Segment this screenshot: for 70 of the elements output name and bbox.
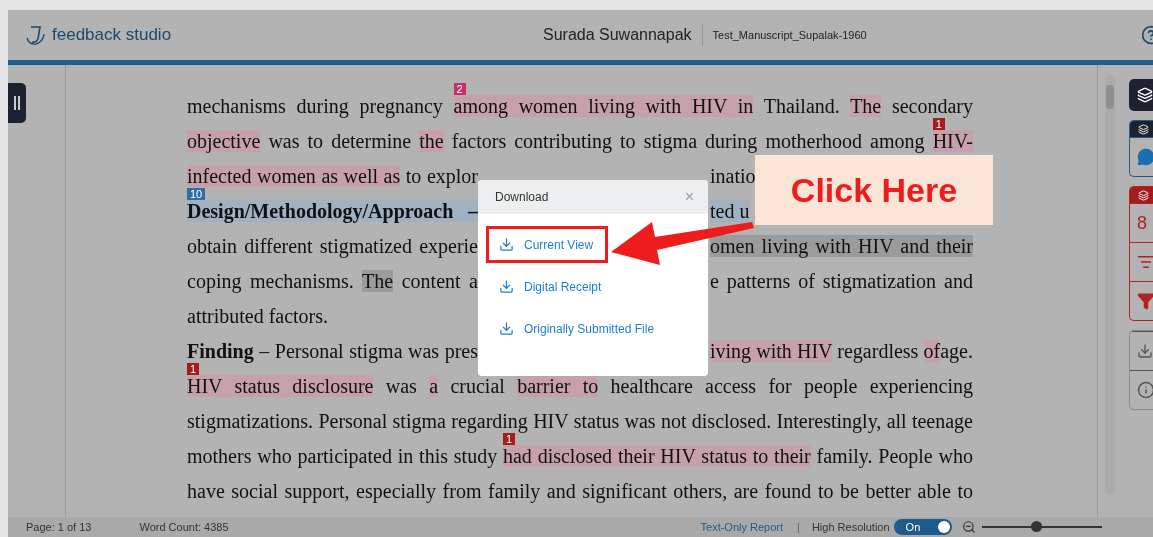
- scrollbar[interactable]: [1105, 75, 1115, 495]
- document-text: have social support, especially from family and significant others, are found to be better able to: [187, 480, 973, 502]
- highlighted-text: barrier to: [517, 375, 599, 397]
- document-text: factors contributing to stigma during motherhood among: [450, 130, 926, 152]
- document-title: Test_Manuscript_Supalak-1960: [712, 29, 867, 41]
- highlighted-text: a: [429, 375, 439, 397]
- highlighted-text: ted u: [710, 200, 750, 222]
- document-text: mechanisms during pregnancy: [187, 95, 444, 117]
- highlighted-text: of: [923, 340, 941, 362]
- page-indicator: Page: 1 of 13: [26, 521, 92, 533]
- layers-tab[interactable]: [1129, 79, 1153, 111]
- download-option[interactable]: Digital Receipt: [486, 268, 617, 305]
- highlighted-text: Design/Methodology/Approach –: [187, 200, 478, 222]
- match-badge[interactable]: 2: [453, 83, 466, 95]
- highlighted-text: The: [362, 270, 394, 292]
- document-text: was to determine: [267, 130, 413, 152]
- resolution-toggle[interactable]: On: [893, 519, 952, 535]
- document-text: secondary: [890, 95, 973, 117]
- logo-icon: [24, 24, 46, 46]
- highlighted-text: among women living with HIV in: [453, 95, 754, 117]
- match-badge[interactable]: 1: [502, 433, 516, 445]
- highlighted-text: HIV-: [932, 130, 973, 152]
- word-count: Word Count: 4385: [139, 521, 229, 533]
- document-text: to explor: [404, 165, 478, 187]
- document-text: coping mechanisms.: [187, 270, 355, 292]
- highlighted-text: omen living with HIV and their: [710, 235, 973, 257]
- user-name: Surada Suwannapak: [543, 26, 692, 44]
- match-badge[interactable]: 10: [187, 188, 206, 200]
- highlighted-text: HIV status disclosure: [187, 375, 374, 397]
- download-icon: [499, 237, 514, 252]
- document-text: Thailand.: [762, 95, 841, 117]
- document-text: family. People who: [815, 445, 973, 467]
- document-text: content a: [400, 270, 478, 292]
- dialog-title: Download: [495, 190, 549, 204]
- highlighted-text: infected women as well as: [187, 165, 401, 187]
- document-text: age.: [940, 340, 973, 362]
- download-icon: [499, 279, 514, 294]
- highlighted-text: objective: [187, 130, 261, 152]
- document-text: healthcare access for people experiencing: [609, 375, 973, 397]
- download-icon: [499, 321, 514, 336]
- document-text: stigmatizations. Personal stigma regarding HIV status was not disclosed. Interestingly, all teenage: [187, 410, 973, 432]
- panel-handle[interactable]: [8, 83, 26, 123]
- layers-icon: [1137, 87, 1153, 103]
- match-badge[interactable]: 1: [187, 363, 200, 375]
- text-only-report-link[interactable]: Text-Only Report: [700, 521, 784, 533]
- highlighted-text: the: [419, 130, 444, 152]
- download-option[interactable]: Current View: [486, 226, 609, 263]
- document-text: crucial: [449, 375, 506, 397]
- document-text: e patterns of stigmatization and: [710, 270, 973, 292]
- document-text: – Personal stigma was pres: [258, 340, 478, 362]
- highlighted-text: iving with HIV: [710, 340, 833, 362]
- highlighted-text: The: [850, 95, 882, 117]
- document-text: attributed factors.: [187, 305, 329, 327]
- layers-icon: [1138, 189, 1149, 201]
- document-text: Finding: [187, 340, 254, 362]
- brand-name: feedback studio: [52, 25, 172, 45]
- document-text: regardless: [836, 340, 920, 362]
- resolution-label: High Resolution: [811, 521, 890, 533]
- callout-label: Click Here: [755, 155, 993, 225]
- zoom-out-icon[interactable]: [961, 520, 976, 534]
- highlighted-text: had disclosed their HIV status to their: [502, 445, 811, 467]
- match-badge[interactable]: 1: [932, 118, 945, 130]
- download-option[interactable]: Originally Submitted File: [486, 310, 670, 347]
- match-count[interactable]: 8: [1137, 212, 1147, 234]
- separator: |: [797, 521, 800, 533]
- document-text: mothers who participated in this study: [187, 445, 499, 467]
- layers-icon: [1138, 123, 1149, 135]
- document-text: was: [384, 375, 418, 397]
- document-text: obtain different stigmatized experie: [187, 235, 478, 257]
- document-text: inatio: [710, 165, 756, 187]
